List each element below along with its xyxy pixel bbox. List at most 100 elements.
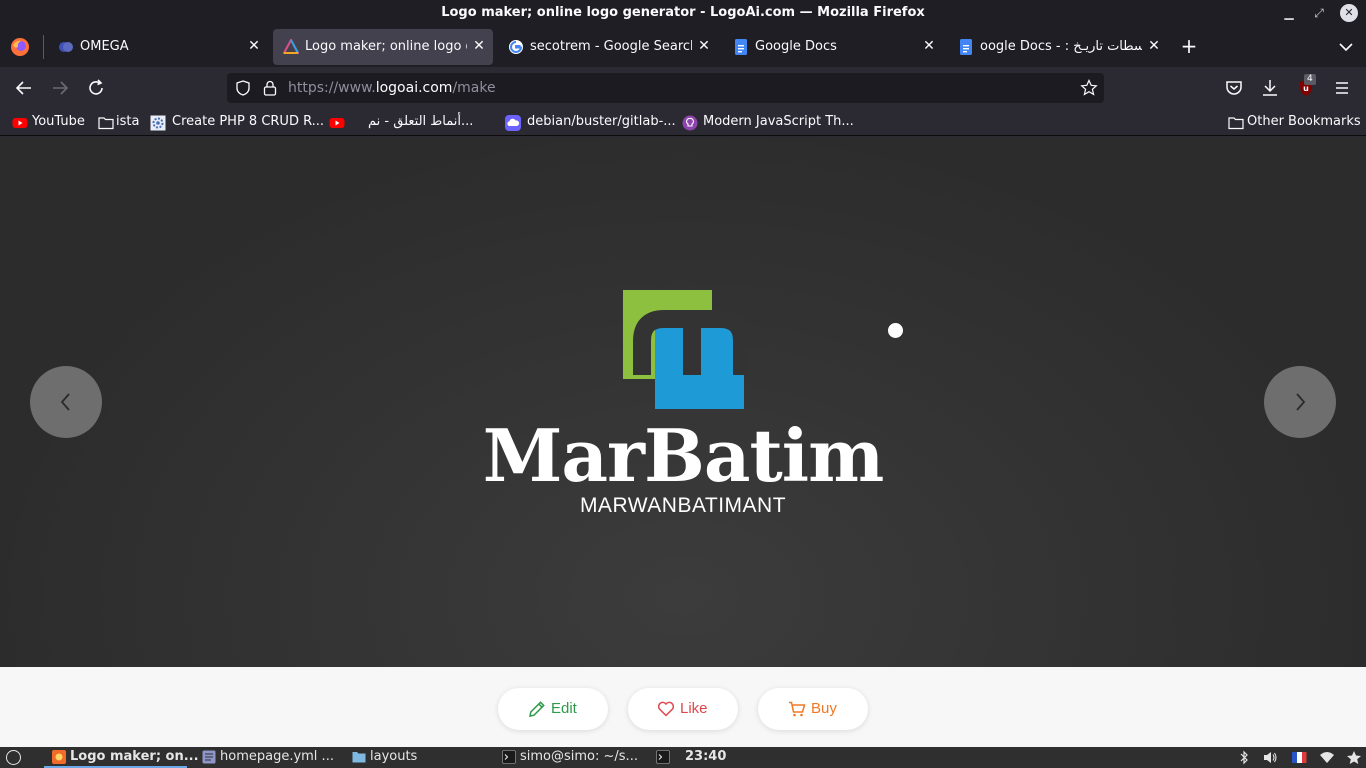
bookmark-folder-ista[interactable]: ista	[98, 114, 143, 132]
window-title: Logo maker; online logo generator - Logo…	[441, 5, 925, 20]
bookmark-label: Create PHP 8 CRUD R...	[172, 114, 325, 129]
logo-tagline: MARWANBATIMANT	[579, 494, 787, 517]
tab-label: oogle Docs - : سطات تاريـخ	[980, 39, 1142, 54]
firefox-icon	[52, 750, 66, 764]
terminal-icon	[502, 750, 516, 764]
tab-label: secotrem - Google Search	[530, 39, 692, 54]
svg-text:u: u	[1303, 84, 1309, 93]
bookmark-modern-javascript[interactable]: Modern JavaScript Th...	[682, 114, 857, 132]
folder-icon	[352, 752, 366, 763]
taskbar-item-terminal-2[interactable]	[656, 747, 674, 768]
tab-separator	[43, 35, 44, 59]
edit-button[interactable]: Edit	[498, 688, 608, 730]
back-arrow-icon[interactable]	[12, 76, 36, 100]
gear-site-icon	[150, 115, 166, 131]
bulb-icon	[682, 115, 698, 131]
url-text[interactable]: https://www.logoai.com/make	[288, 80, 496, 96]
bookmark-star-icon[interactable]	[1080, 79, 1098, 97]
youtube-icon	[329, 118, 345, 128]
like-button[interactable]: Like	[628, 688, 738, 730]
chevron-down-icon[interactable]	[1336, 37, 1356, 57]
taskbar-label: homepage.yml ...	[220, 749, 334, 764]
bookmark-label: ista	[116, 114, 140, 129]
url-prefix: https://www.	[288, 80, 376, 96]
taskbar-item-text-editor[interactable]: homepage.yml ...	[202, 747, 342, 768]
close-tab-icon[interactable]: ✕	[471, 38, 487, 54]
bookmark-label: Other Bookmarks	[1247, 114, 1361, 129]
close-tab-icon[interactable]: ✕	[246, 38, 262, 54]
bookmark-label: Modern JavaScript Th...	[703, 114, 854, 129]
buy-label: Buy	[811, 700, 837, 717]
heart-icon	[657, 701, 675, 717]
taskbar-item-terminal[interactable]: simo@simo: ~/s...	[502, 747, 642, 768]
web-page: MarBatim MARWANBATIMANT Edit Like Buy	[0, 137, 1366, 747]
firefox-icon[interactable]	[10, 37, 30, 57]
clock[interactable]: 23:40	[685, 749, 726, 764]
close-window-button[interactable]: ✕	[1340, 4, 1358, 22]
youtube-icon	[12, 118, 28, 128]
new-tab-button[interactable]: +	[1178, 35, 1200, 57]
window-titlebar: Logo maker; online logo generator - Logo…	[0, 0, 1366, 27]
mouse-cursor-dot	[888, 323, 903, 338]
docs-favicon	[960, 39, 972, 55]
bluetooth-icon[interactable]	[1236, 750, 1252, 765]
star-icon[interactable]	[1346, 750, 1362, 765]
buy-button[interactable]: Buy	[758, 688, 868, 730]
tab-google-search[interactable]: secotrem - Google Search ✕	[498, 29, 718, 65]
shopping-cart-icon	[789, 701, 806, 717]
omega-favicon	[59, 42, 73, 52]
bookmark-debian-gitlab[interactable]: debian/buster/gitlab-...	[505, 114, 676, 132]
bookmark-php-crud[interactable]: Create PHP 8 CRUD R...	[150, 114, 324, 132]
edit-label: Edit	[551, 700, 577, 717]
folder-icon	[98, 117, 114, 130]
bookmark-label: YouTube	[32, 114, 85, 129]
tab-google-docs-2[interactable]: oogle Docs - : سطات تاريـخ ✕	[948, 29, 1168, 65]
tab-logoai[interactable]: Logo maker; online logo generator - Logo…	[273, 29, 493, 65]
logo-preview-area: MarBatim MARWANBATIMANT	[0, 137, 1366, 667]
bookmark-arabic-article[interactable]: أنماط التعلق - نم...	[366, 114, 486, 132]
pencil-icon	[529, 701, 545, 717]
tab-label: Logo maker; online logo generator - Logo…	[305, 39, 467, 54]
minimize-button[interactable]: ▁	[1280, 4, 1298, 22]
logo-brand-name: MarBatim	[482, 413, 885, 498]
forward-arrow-icon[interactable]	[48, 76, 72, 100]
close-tab-icon[interactable]: ✕	[1146, 38, 1162, 54]
bookmark-label: debian/buster/gitlab-...	[527, 114, 676, 129]
shield-icon[interactable]	[235, 80, 251, 96]
french-flag-icon[interactable]	[1291, 750, 1307, 765]
close-tab-icon[interactable]: ✕	[921, 38, 937, 54]
bookmark-youtube-2[interactable]	[329, 114, 347, 132]
tab-label: Google Docs	[755, 39, 837, 54]
text-editor-icon	[202, 750, 216, 764]
bookmark-label: أنماط التعلق - نم...	[368, 114, 474, 129]
tab-label: OMEGA	[80, 39, 129, 54]
taskbar-item-layouts-folder[interactable]: layouts	[352, 747, 432, 768]
start-menu-icon[interactable]	[6, 750, 21, 765]
lock-icon[interactable]	[263, 80, 277, 96]
wifi-icon[interactable]	[1319, 750, 1335, 765]
logo-m-mark	[623, 290, 746, 409]
volume-icon[interactable]	[1262, 750, 1278, 765]
folder-icon	[1228, 117, 1244, 130]
download-icon[interactable]	[1258, 76, 1282, 100]
bookmark-other-bookmarks[interactable]: Other Bookmarks	[1228, 114, 1361, 132]
navigation-toolbar: https://www.logoai.com/make u 4	[0, 67, 1366, 109]
desktop-taskbar: Logo maker; on... homepage.yml ... layou…	[0, 747, 1366, 768]
hamburger-menu-icon[interactable]	[1330, 76, 1354, 100]
maximize-button[interactable]: ⤢	[1310, 4, 1328, 22]
google-favicon	[509, 40, 523, 54]
tab-google-docs[interactable]: Google Docs ✕	[723, 29, 943, 65]
pocket-icon[interactable]	[1222, 76, 1246, 100]
tab-omega[interactable]: OMEGA ✕	[48, 29, 268, 65]
bookmarks-toolbar: YouTube ista Create PHP 8 CRUD R... أنما…	[0, 109, 1366, 136]
taskbar-item-firefox[interactable]: Logo maker; on...	[44, 747, 199, 768]
taskbar-label: layouts	[370, 749, 418, 764]
bookmark-youtube[interactable]: YouTube	[12, 114, 92, 132]
like-label: Like	[680, 700, 708, 717]
cloud-icon	[505, 115, 521, 131]
address-bar[interactable]: https://www.logoai.com/make	[227, 73, 1104, 103]
close-tab-icon[interactable]: ✕	[696, 38, 712, 54]
firefox-window: Logo maker; online logo generator - Logo…	[0, 0, 1366, 768]
taskbar-label: simo@simo: ~/s...	[520, 749, 638, 764]
reload-icon[interactable]	[84, 76, 108, 100]
